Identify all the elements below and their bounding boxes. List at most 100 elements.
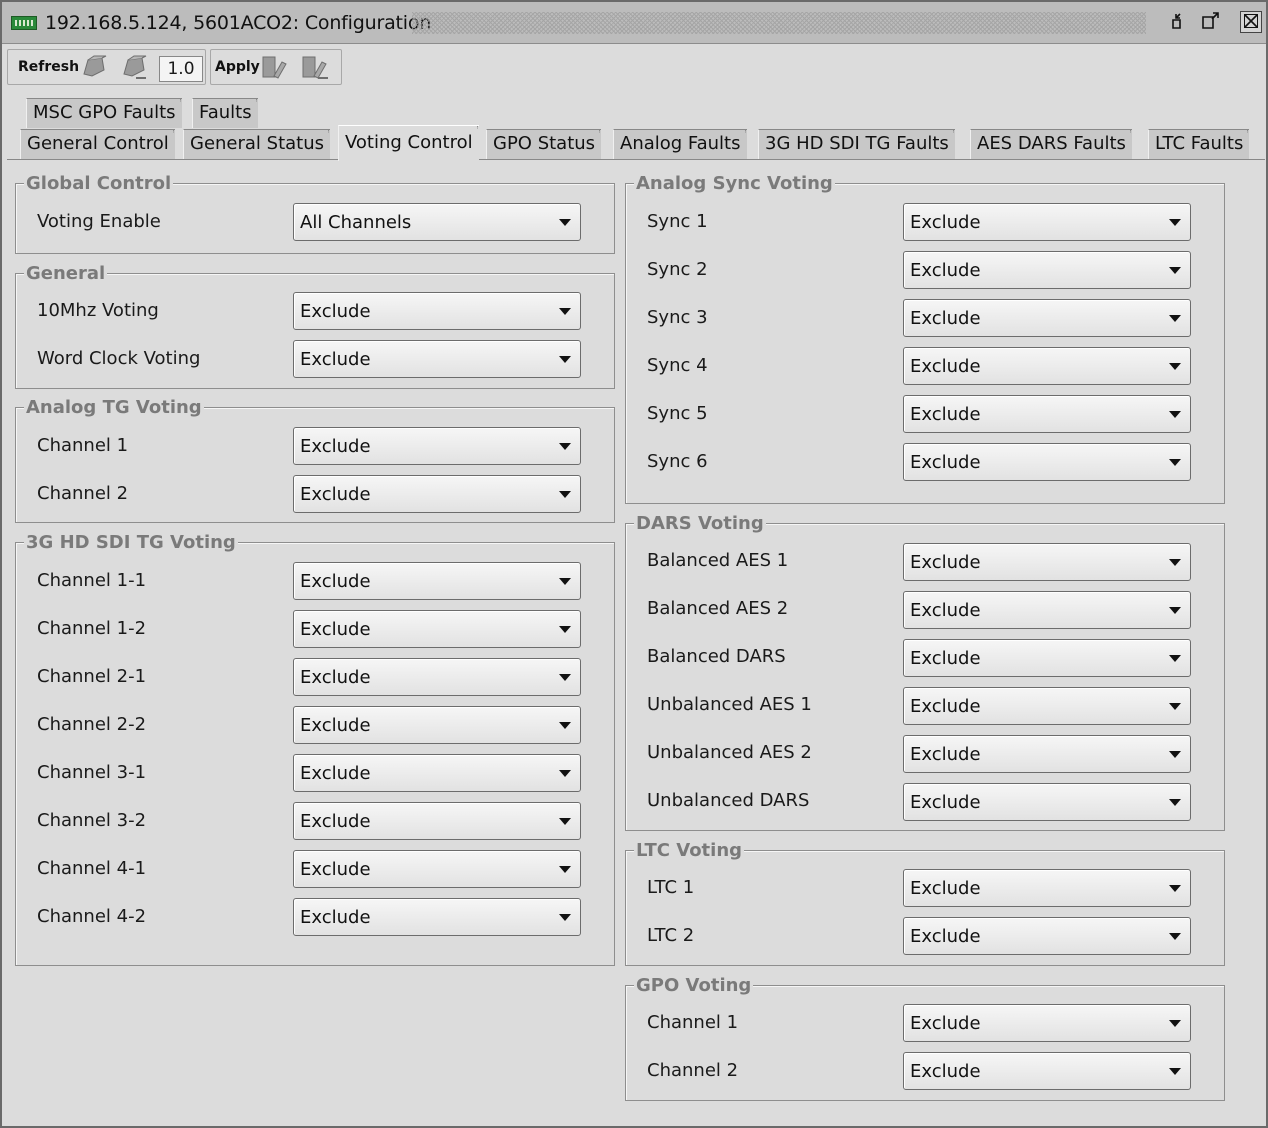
select-value: Exclude bbox=[910, 600, 981, 621]
gpo-channel-1-select[interactable]: Exclude bbox=[903, 1004, 1191, 1042]
device-icon bbox=[11, 16, 37, 30]
gpo-channel-2-select[interactable]: Exclude bbox=[903, 1052, 1191, 1090]
sync-1-label: Sync 1 bbox=[647, 211, 708, 232]
unbalanced-aes-2-select[interactable]: Exclude bbox=[903, 735, 1191, 773]
sdi-channel-4-2-select[interactable]: Exclude bbox=[293, 898, 581, 936]
analog-tg-channel-2-label: Channel 2 bbox=[37, 483, 129, 504]
panel-title: GPO Voting bbox=[634, 975, 754, 996]
tab-general-control[interactable]: General Control bbox=[20, 129, 183, 159]
chevron-down-icon bbox=[1169, 1068, 1181, 1075]
tab-label: Analog Faults bbox=[620, 133, 741, 154]
sdi-channel-3-2-select[interactable]: Exclude bbox=[293, 802, 581, 840]
chevron-down-icon bbox=[1169, 655, 1181, 662]
balanced-dars-select[interactable]: Exclude bbox=[903, 639, 1191, 677]
panel-title: Analog Sync Voting bbox=[634, 173, 835, 194]
chevron-down-icon bbox=[1169, 267, 1181, 274]
panel-title: DARS Voting bbox=[634, 513, 766, 534]
tab-label: General Control bbox=[27, 133, 169, 154]
chevron-down-icon bbox=[559, 914, 571, 921]
chevron-down-icon bbox=[1169, 363, 1181, 370]
chevron-down-icon bbox=[559, 818, 571, 825]
refresh-button[interactable]: Refresh bbox=[18, 59, 79, 75]
sync-2-select[interactable]: Exclude bbox=[903, 251, 1191, 289]
sdi-channel-2-1-label: Channel 2-1 bbox=[37, 666, 147, 687]
chevron-down-icon bbox=[559, 770, 571, 777]
10mhz-voting-label: 10Mhz Voting bbox=[37, 300, 159, 321]
tab-3g-hd-sdi-tg-faults[interactable]: 3G HD SDI TG Faults bbox=[758, 129, 963, 159]
unbalanced-aes-1-select[interactable]: Exclude bbox=[903, 687, 1191, 725]
chevron-down-icon bbox=[559, 866, 571, 873]
select-value: Exclude bbox=[300, 436, 371, 457]
panel-title: General bbox=[24, 263, 108, 284]
word-clock-voting-select[interactable]: Exclude bbox=[293, 340, 581, 378]
expand-icon[interactable] bbox=[1200, 11, 1222, 33]
chevron-down-icon bbox=[559, 491, 571, 498]
chevron-down-icon bbox=[1169, 411, 1181, 418]
tab-analog-faults[interactable]: Analog Faults bbox=[613, 129, 755, 159]
sdi-channel-1-2-select[interactable]: Exclude bbox=[293, 610, 581, 648]
ltc-1-select[interactable]: Exclude bbox=[903, 869, 1191, 907]
unbalanced-dars-select[interactable]: Exclude bbox=[903, 783, 1191, 821]
sync-1-select[interactable]: Exclude bbox=[903, 203, 1191, 241]
sdi-channel-2-1-select[interactable]: Exclude bbox=[293, 658, 581, 696]
chevron-down-icon bbox=[1169, 607, 1181, 614]
sdi-channel-4-1-select[interactable]: Exclude bbox=[293, 850, 581, 888]
tab-label: MSC GPO Faults bbox=[33, 102, 176, 123]
tab-strip-border bbox=[7, 159, 1265, 160]
window-title: 192.168.5.124, 5601ACO2: Configuration bbox=[45, 12, 432, 34]
sdi-channel-1-1-select[interactable]: Exclude bbox=[293, 562, 581, 600]
analog-tg-channel-1-select[interactable]: Exclude bbox=[293, 427, 581, 465]
panel-title: LTC Voting bbox=[634, 840, 745, 861]
apply-button[interactable]: Apply bbox=[215, 59, 260, 75]
tab-label: AES DARS Faults bbox=[977, 133, 1126, 154]
select-value: Exclude bbox=[300, 484, 371, 505]
tab-gpo-status[interactable]: GPO Status bbox=[486, 129, 610, 159]
sync-3-select[interactable]: Exclude bbox=[903, 299, 1191, 337]
select-value: Exclude bbox=[300, 859, 371, 880]
balanced-aes-2-label: Balanced AES 2 bbox=[647, 598, 789, 619]
select-value: Exclude bbox=[300, 301, 371, 322]
10mhz-voting-select[interactable]: Exclude bbox=[293, 292, 581, 330]
sdi-channel-3-2-label: Channel 3-2 bbox=[37, 810, 147, 831]
select-value: Exclude bbox=[910, 260, 981, 281]
select-value: Exclude bbox=[300, 571, 371, 592]
tab-aes-dars-faults[interactable]: AES DARS Faults bbox=[970, 129, 1140, 159]
chevron-down-icon bbox=[1169, 885, 1181, 892]
sync-4-select[interactable]: Exclude bbox=[903, 347, 1191, 385]
tab-general-status[interactable]: General Status bbox=[183, 129, 339, 159]
balanced-aes-1-select[interactable]: Exclude bbox=[903, 543, 1191, 581]
sdi-channel-3-1-label: Channel 3-1 bbox=[37, 762, 147, 783]
select-value: Exclude bbox=[300, 907, 371, 928]
panel-title: Global Control bbox=[24, 173, 174, 194]
ltc-2-select[interactable]: Exclude bbox=[903, 917, 1191, 955]
close-icon[interactable] bbox=[1240, 11, 1262, 33]
tab-ltc-faults[interactable]: LTC Faults bbox=[1148, 129, 1258, 159]
version-field[interactable]: 1.0 bbox=[159, 56, 203, 82]
sync-4-label: Sync 4 bbox=[647, 355, 708, 376]
balanced-aes-2-select[interactable]: Exclude bbox=[903, 591, 1191, 629]
shrink-icon[interactable] bbox=[1169, 11, 1191, 33]
chevron-down-icon bbox=[1169, 559, 1181, 566]
unbalanced-aes-1-label: Unbalanced AES 1 bbox=[647, 694, 812, 715]
title-bar[interactable]: 192.168.5.124, 5601ACO2: Configuration bbox=[2, 2, 1266, 44]
select-value: Exclude bbox=[910, 308, 981, 329]
analog-tg-channel-2-select[interactable]: Exclude bbox=[293, 475, 581, 513]
refresh-icon[interactable] bbox=[80, 54, 108, 80]
chevron-down-icon bbox=[1169, 1020, 1181, 1027]
apply-all-icon[interactable] bbox=[300, 54, 330, 80]
title-bar-pattern bbox=[412, 12, 1146, 34]
select-value: Exclude bbox=[910, 878, 981, 899]
sync-5-select[interactable]: Exclude bbox=[903, 395, 1191, 433]
refresh-all-icon[interactable] bbox=[120, 54, 148, 80]
sdi-channel-4-1-label: Channel 4-1 bbox=[37, 858, 147, 879]
chevron-down-icon bbox=[1169, 799, 1181, 806]
tab-msc-gpo-faults[interactable]: MSC GPO Faults bbox=[26, 98, 190, 128]
sdi-channel-3-1-select[interactable]: Exclude bbox=[293, 754, 581, 792]
voting-enable-select[interactable]: All Channels bbox=[293, 203, 581, 241]
tab-voting-control[interactable]: Voting Control bbox=[338, 125, 487, 161]
sync-6-select[interactable]: Exclude bbox=[903, 443, 1191, 481]
chevron-down-icon bbox=[1169, 459, 1181, 466]
tab-faults[interactable]: Faults bbox=[192, 98, 266, 128]
apply-icon[interactable] bbox=[260, 54, 290, 80]
sdi-channel-2-2-select[interactable]: Exclude bbox=[293, 706, 581, 744]
